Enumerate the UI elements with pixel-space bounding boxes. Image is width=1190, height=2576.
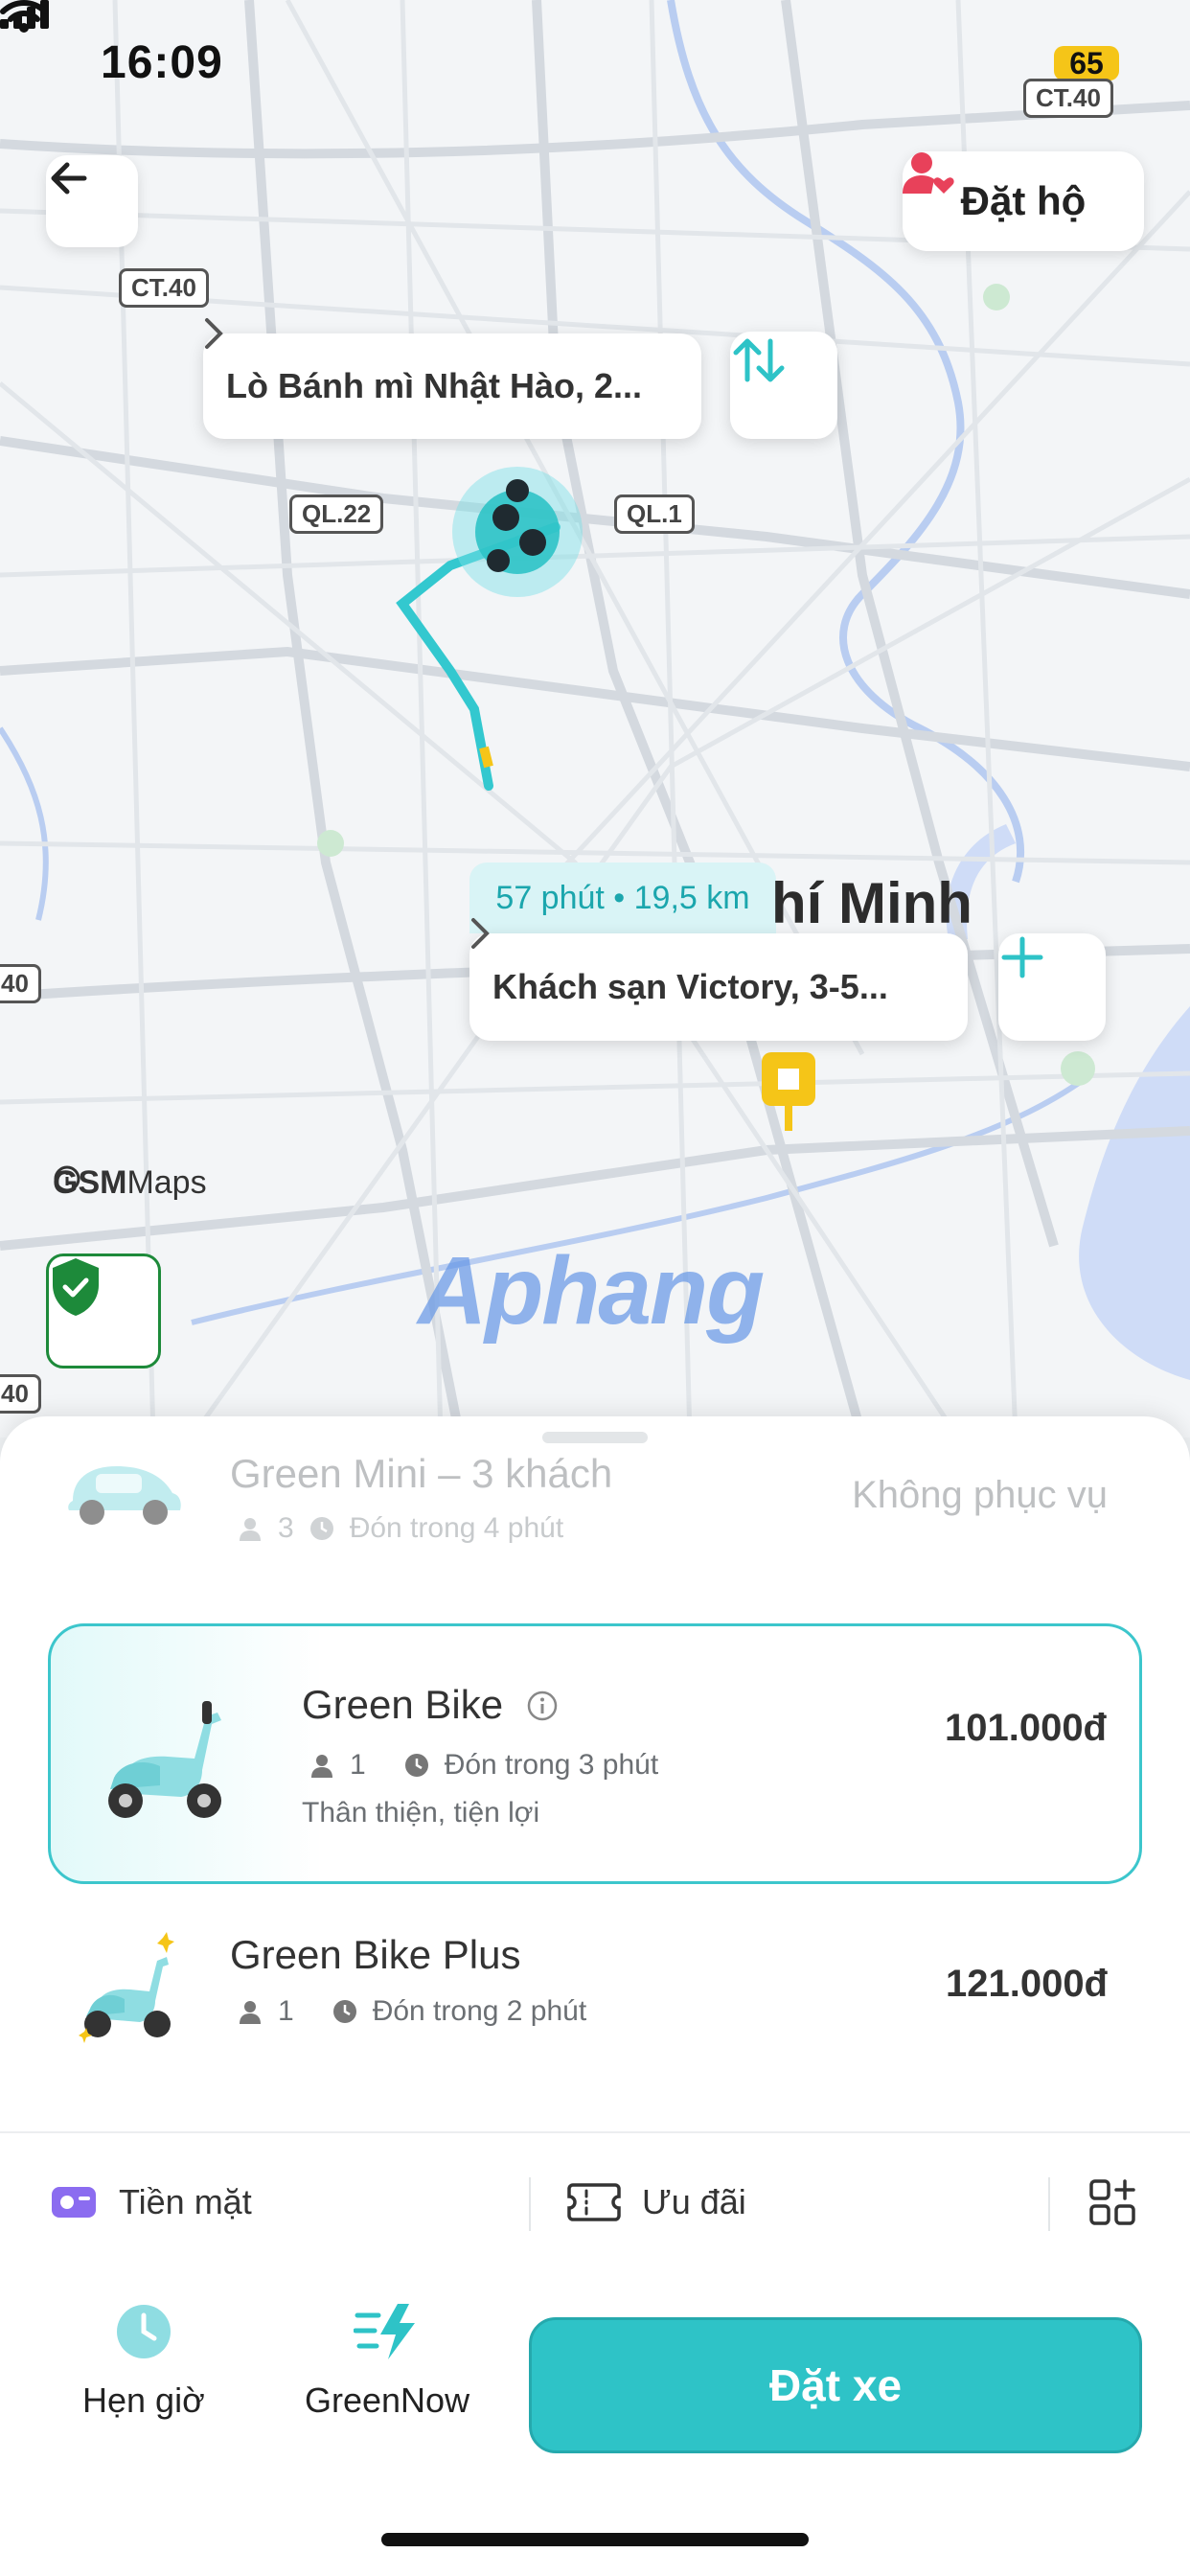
info-icon[interactable] <box>526 1690 559 1722</box>
ride-meta: 3 Đón trong 4 phút <box>238 1512 563 1545</box>
person-icon <box>311 1755 332 1778</box>
schedule-label: Hẹn giờ <box>82 2380 205 2420</box>
road-shield: 40 <box>0 1374 41 1414</box>
book-for-others-label: Đặt hộ <box>960 178 1087 223</box>
clock-icon <box>116 2305 171 2358</box>
ride-meta: 1 Đón trong 2 phút <box>238 1995 586 2028</box>
dropoff-location-text: Khách sạn Victory, 3-5... <box>492 967 888 1006</box>
book-for-others-button[interactable]: Đặt hộ <box>903 151 1144 251</box>
ride-seats: 1 <box>278 1995 294 2027</box>
road-shield: QL.1 <box>614 494 695 534</box>
battery-indicator: 65 <box>1054 46 1119 80</box>
dropoff-location-card[interactable]: Khách sạn Victory, 3-5... <box>469 918 968 1041</box>
map-attribution[interactable]: GSMMaps <box>53 1164 207 1202</box>
car-icon <box>68 1466 181 1525</box>
city-map-label: hí Minh <box>771 871 973 935</box>
road-shield: QL.22 <box>289 494 384 534</box>
safety-shield-button[interactable] <box>46 1254 161 1368</box>
schedule-button[interactable]: Hẹn giờ <box>82 2302 205 2421</box>
ride-options-sheet: Green Mini – 3 khách 3 Đón trong 4 phút … <box>0 1416 1190 2576</box>
attribution-suffix: Maps <box>126 1164 207 1201</box>
road-shield: 40 <box>0 964 41 1003</box>
ride-price: 121.000đ <box>945 1963 1108 2005</box>
payment-method-button[interactable]: Tiền mặt <box>50 2154 252 2250</box>
status-bar: 16:09 65 <box>0 0 1190 115</box>
ride-price: 101.000đ <box>944 1707 1107 1749</box>
map-view[interactable]: 16:09 65 CT.40 CT.40 QL.22 QL.1 40 40 Đặ… <box>0 0 1190 1438</box>
back-button[interactable] <box>46 155 138 247</box>
book-ride-button[interactable]: Đặt xe <box>529 2317 1142 2453</box>
ride-name: Green Mini – 3 khách <box>230 1451 613 1496</box>
ride-pickup-time: Đón trong 3 phút <box>444 1749 659 1781</box>
watermark-logo: Aphang <box>418 1237 765 1345</box>
ride-seats: 3 <box>278 1512 294 1544</box>
lightning-icon <box>354 2304 416 2359</box>
promo-button[interactable]: Ưu đãi <box>567 2154 746 2250</box>
ride-option-green-bike[interactable]: Green Bike 1 Đón trong 3 phút Thân thiện… <box>48 1623 1142 1884</box>
eta-distance-badge: 57 phút • 19,5 km <box>469 862 776 933</box>
pickup-location-text: Lò Bánh mì Nhật Hào, 2... <box>226 366 643 405</box>
promo-label: Ưu đãi <box>642 2182 746 2221</box>
arrow-left-icon <box>51 162 87 195</box>
user-heart-icon <box>903 152 954 194</box>
person-icon <box>240 1518 261 1541</box>
clock-icon <box>404 1754 428 1777</box>
clock-icon <box>309 1517 333 1540</box>
sheet-divider <box>0 2131 1190 2133</box>
swap-arrows-icon <box>733 338 785 382</box>
cash-icon <box>52 2187 96 2218</box>
add-stop-button[interactable] <box>998 933 1106 1041</box>
info-icon <box>54 1165 80 1192</box>
plus-icon <box>1001 936 1043 978</box>
separator <box>529 2177 531 2231</box>
more-options-button[interactable] <box>1088 2154 1136 2250</box>
ride-option-green-mini[interactable]: Green Mini – 3 khách 3 Đón trong 4 phút … <box>0 1445 1190 1589</box>
road-shield: CT.40 <box>119 268 209 308</box>
chevron-right-icon <box>205 318 223 349</box>
ride-subtitle: Thân thiện, tiện lợi <box>302 1797 540 1828</box>
pickup-location-card[interactable]: Lò Bánh mì Nhật Hào, 2... <box>203 318 701 439</box>
ride-unavailable-label: Không phục vụ <box>852 1474 1108 1516</box>
home-indicator <box>381 2533 809 2546</box>
ride-pickup-time: Đón trong 2 phút <box>372 1995 587 2027</box>
payment-method-label: Tiền mặt <box>119 2182 252 2221</box>
ride-name: Green Bike <box>302 1682 504 1727</box>
grid-add-icon <box>1089 2179 1135 2225</box>
ride-pickup-time: Đón trong 4 phút <box>349 1512 564 1544</box>
ride-name: Green Bike Plus <box>230 1932 521 1977</box>
green-now-button[interactable]: GreenNow <box>305 2302 469 2421</box>
green-now-label: GreenNow <box>305 2380 470 2420</box>
swap-locations-button[interactable] <box>730 332 837 439</box>
ticket-icon <box>567 2183 621 2221</box>
status-time: 16:09 <box>101 37 223 88</box>
chevron-right-icon <box>471 918 490 949</box>
wifi-icon <box>0 0 48 33</box>
separator <box>1048 2177 1050 2231</box>
ride-option-green-bike-plus[interactable]: Green Bike Plus 1 Đón trong 2 phút 121.0… <box>0 1932 1190 2085</box>
payment-row: Tiền mặt Ưu đãi <box>0 2154 1190 2250</box>
scooter-plus-icon <box>79 1932 174 2043</box>
road-shield: CT.40 <box>1023 79 1113 118</box>
sheet-grabber[interactable] <box>542 1432 648 1443</box>
shield-check-icon <box>53 1258 99 1316</box>
ride-seats: 1 <box>350 1749 366 1781</box>
scooter-icon <box>108 1701 221 1818</box>
person-icon <box>240 2001 261 2024</box>
ride-meta: 1 Đón trong 3 phút <box>309 1749 658 1782</box>
clock-icon <box>332 2000 356 2023</box>
